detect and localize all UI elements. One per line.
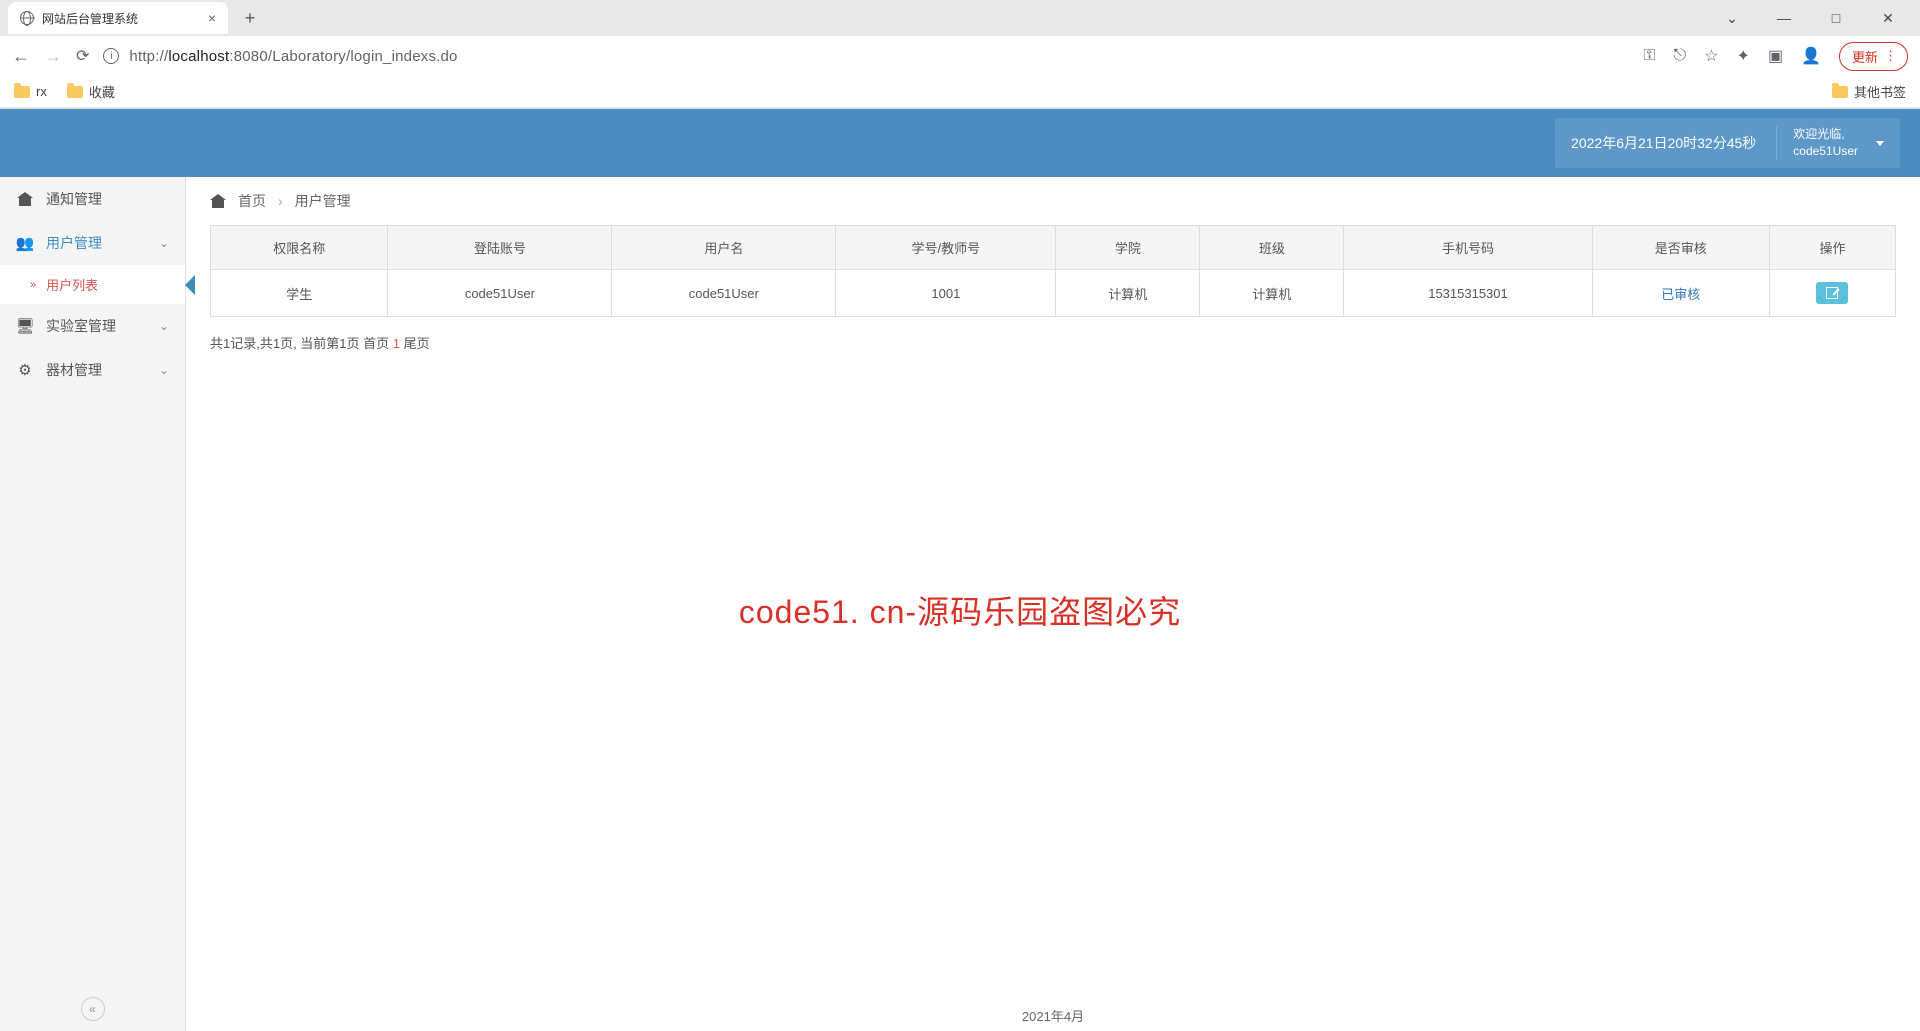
key-icon[interactable]: ⚿ [1643, 47, 1655, 65]
pagination-prefix: 共1记录,共1页, 当前第1页 首页 [210, 336, 393, 351]
reload-button[interactable]: ⟳ [76, 46, 89, 66]
cell-phone: 15315315301 [1344, 270, 1592, 317]
monitor-icon [16, 317, 34, 335]
user-box[interactable]: 欢迎光临, code51User [1776, 126, 1884, 160]
bookmark-rx[interactable]: rx [14, 84, 47, 99]
chevron-down-icon: ⌄ [159, 363, 169, 377]
collapse-sidebar-button[interactable]: « [0, 987, 185, 1031]
main-content: 首页 › 用户管理 权限名称 登陆账号 用户名 学号/教师号 学院 班级 手机号… [186, 177, 1920, 1031]
back-button[interactable]: ← [12, 46, 30, 67]
avatar-icon[interactable]: 👤 [1801, 46, 1821, 66]
th-role: 权限名称 [211, 226, 388, 270]
gears-icon [16, 361, 34, 379]
share-icon[interactable]: ⎋ [1674, 47, 1687, 65]
table-header-row: 权限名称 登陆账号 用户名 学号/教师号 学院 班级 手机号码 是否审核 操作 [211, 226, 1896, 270]
bookmark-fav[interactable]: 收藏 [67, 82, 115, 101]
chevron-down-icon: ⌄ [159, 236, 169, 250]
app-body: 通知管理 用户管理 ⌄ 用户列表 实验室管理 ⌄ 器材管理 ⌄ « 首页 › [0, 177, 1920, 1031]
sidebar-item-label: 器材管理 [46, 360, 102, 380]
url-text: http://localhost:8080/Laboratory/login_i… [129, 48, 457, 65]
app-header: 2022年6月21日20时32分45秒 欢迎光临, code51User [0, 109, 1920, 177]
sidebar-item-equipment[interactable]: 器材管理 ⌄ [0, 348, 185, 392]
users-icon [16, 234, 34, 252]
th-class: 班级 [1200, 226, 1344, 270]
th-account: 登陆账号 [388, 226, 612, 270]
edit-button[interactable] [1816, 282, 1848, 304]
close-window-button[interactable]: ✕ [1872, 10, 1904, 27]
status-link[interactable]: 已审核 [1661, 287, 1700, 302]
sidebar-subitem-userlist[interactable]: 用户列表 [0, 265, 185, 304]
chevron-left-icon: « [81, 997, 105, 1021]
cell-status: 已审核 [1592, 270, 1769, 317]
star-icon[interactable]: ☆ [1704, 46, 1718, 66]
home-icon [16, 190, 34, 208]
toolbar-right: ⚿ ⎋ ☆ ✦ ▣ 👤 更新⋮ [1643, 42, 1908, 71]
header-datetime: 2022年6月21日20时32分45秒 [1571, 133, 1756, 153]
cell-role: 学生 [211, 270, 388, 317]
breadcrumb-current: 用户管理 [295, 191, 351, 211]
browser-tab[interactable]: 网站后台管理系统 × [8, 2, 228, 34]
breadcrumb-sep: › [278, 193, 283, 209]
sidebar: 通知管理 用户管理 ⌄ 用户列表 实验室管理 ⌄ 器材管理 ⌄ « [0, 177, 186, 1031]
pagination: 共1记录,共1页, 当前第1页 首页 1 尾页 [186, 317, 1920, 368]
folder-icon [67, 86, 83, 98]
window-controls: ⌄ ― □ ✕ [1700, 10, 1920, 27]
cell-sid: 1001 [836, 270, 1056, 317]
th-name: 用户名 [612, 226, 836, 270]
breadcrumb-home[interactable]: 首页 [238, 191, 266, 211]
pagination-page[interactable]: 1 [393, 336, 400, 351]
sidebar-item-users[interactable]: 用户管理 ⌄ [0, 221, 185, 265]
cell-action [1769, 270, 1895, 317]
dropdown-icon[interactable]: ⌄ [1716, 10, 1748, 27]
table-row: 学生 code51User code51User 1001 计算机 计算机 15… [211, 270, 1896, 317]
chevron-down-icon [1876, 141, 1884, 146]
site-info-icon[interactable]: i [103, 48, 119, 64]
folder-icon [1832, 86, 1848, 98]
home-icon [210, 194, 226, 208]
forward-button[interactable]: → [44, 46, 62, 67]
user-table: 权限名称 登陆账号 用户名 学号/教师号 学院 班级 手机号码 是否审核 操作 … [210, 225, 1896, 317]
header-box: 2022年6月21日20时32分45秒 欢迎光临, code51User [1555, 118, 1900, 168]
new-tab-button[interactable]: + [236, 4, 264, 32]
bookmark-other[interactable]: 其他书签 [1832, 82, 1906, 101]
th-action: 操作 [1769, 226, 1895, 270]
tab-title: 网站后台管理系统 [42, 10, 138, 27]
pagination-suffix: 尾页 [400, 336, 430, 351]
sidebar-item-notice[interactable]: 通知管理 [0, 177, 185, 221]
maximize-button[interactable]: □ [1820, 10, 1852, 27]
th-phone: 手机号码 [1344, 226, 1592, 270]
sidebar-item-label: 用户列表 [46, 275, 98, 294]
address-bar: ← → ⟳ i http://localhost:8080/Laboratory… [0, 36, 1920, 76]
cell-class: 计算机 [1200, 270, 1344, 317]
breadcrumb: 首页 › 用户管理 [186, 177, 1920, 225]
cell-college: 计算机 [1056, 270, 1200, 317]
sidebar-item-lab[interactable]: 实验室管理 ⌄ [0, 304, 185, 348]
cell-account: code51User [388, 270, 612, 317]
active-arrow-icon [185, 275, 195, 295]
table-wrap: 权限名称 登陆账号 用户名 学号/教师号 学院 班级 手机号码 是否审核 操作 … [186, 225, 1920, 317]
cell-name: code51User [612, 270, 836, 317]
th-college: 学院 [1056, 226, 1200, 270]
sidebar-item-label: 通知管理 [46, 189, 102, 209]
th-status: 是否审核 [1592, 226, 1769, 270]
url-box[interactable]: i http://localhost:8080/Laboratory/login… [103, 48, 1629, 65]
bookmarks-bar: rx 收藏 其他书签 [0, 76, 1920, 108]
sidebar-item-label: 实验室管理 [46, 316, 116, 336]
footer: 2021年4月 [186, 1000, 1920, 1031]
update-button[interactable]: 更新⋮ [1839, 42, 1908, 71]
folder-icon [14, 86, 30, 98]
edit-icon [1826, 287, 1838, 299]
panel-icon[interactable]: ▣ [1768, 46, 1783, 66]
chevron-down-icon: ⌄ [159, 319, 169, 333]
browser-chrome: 网站后台管理系统 × + ⌄ ― □ ✕ ← → ⟳ i http://loca… [0, 0, 1920, 109]
th-sid: 学号/教师号 [836, 226, 1056, 270]
close-icon[interactable]: × [208, 10, 216, 26]
sidebar-item-label: 用户管理 [46, 233, 102, 253]
minimize-button[interactable]: ― [1768, 10, 1800, 27]
tab-bar: 网站后台管理系统 × + ⌄ ― □ ✕ [0, 0, 1920, 36]
extensions-icon[interactable]: ✦ [1737, 46, 1750, 66]
globe-icon [20, 11, 34, 25]
user-text: 欢迎光临, code51User [1793, 126, 1858, 160]
